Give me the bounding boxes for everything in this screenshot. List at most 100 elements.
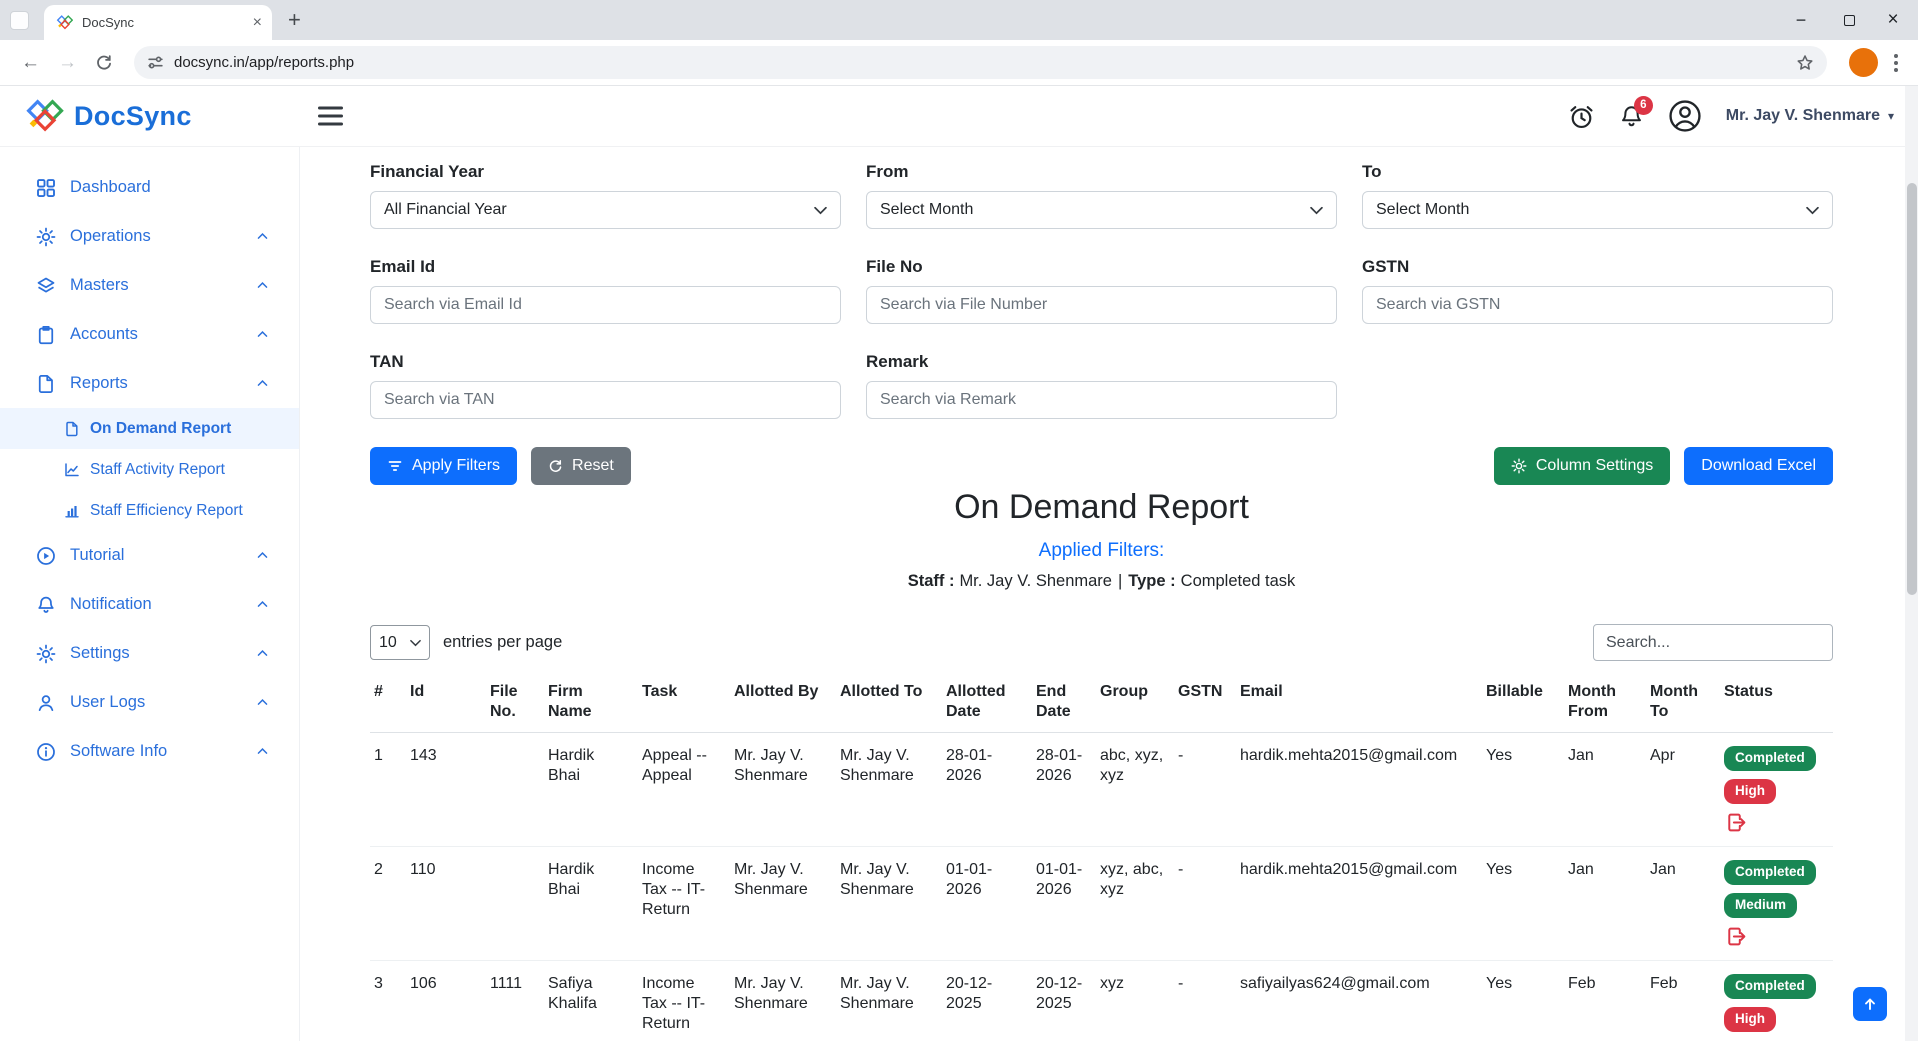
browser-tab-strip: DocSync × + − ×	[0, 0, 1918, 40]
column-header[interactable]: Month From	[1564, 674, 1646, 733]
notification-count-badge: 6	[1634, 96, 1653, 115]
chevron-up-icon	[256, 230, 269, 243]
column-header[interactable]: #	[370, 674, 406, 733]
sidebar-item-on-demand-report[interactable]: On Demand Report	[0, 408, 299, 449]
sidebar-item-reports[interactable]: Reports	[0, 359, 299, 408]
sidebar-item-label: Notification	[70, 595, 242, 614]
file-no-input[interactable]	[866, 286, 1337, 324]
column-header[interactable]: Firm Name	[544, 674, 638, 733]
chevron-up-icon	[256, 647, 269, 660]
window-close-button[interactable]: ×	[1876, 0, 1910, 40]
sidebar-item-software-info[interactable]: Software Info	[0, 727, 299, 776]
table-row: 2 110 Hardik Bhai Income Tax -- IT-Retur…	[370, 847, 1833, 961]
column-header[interactable]: Task	[638, 674, 730, 733]
arrow-up-icon	[1862, 996, 1878, 1012]
export-icon[interactable]	[1726, 812, 1747, 833]
browser-profile-avatar[interactable]	[1849, 48, 1878, 77]
entries-per-page-select[interactable]: 10	[370, 625, 430, 660]
sidebar-item-operations[interactable]: Operations	[0, 212, 299, 261]
scroll-to-top-button[interactable]	[1853, 987, 1887, 1021]
column-header[interactable]: GSTN	[1174, 674, 1236, 733]
cell-month-from: Feb	[1564, 960, 1646, 1041]
cell-allotted-by: Mr. Jay V. Shenmare	[730, 847, 836, 961]
tan-input[interactable]	[370, 381, 841, 419]
user-menu[interactable]: Mr. Jay V. Shenmare ▾	[1726, 107, 1894, 125]
column-header[interactable]: Allotted To	[836, 674, 942, 733]
tan-label: TAN	[370, 352, 841, 372]
column-header[interactable]: Id	[406, 674, 486, 733]
user-avatar-icon[interactable]	[1668, 99, 1702, 133]
sidebar-item-staff-efficiency-report[interactable]: Staff Efficiency Report	[0, 490, 299, 531]
new-tab-button[interactable]: +	[288, 7, 301, 33]
sidebar-item-tutorial[interactable]: Tutorial	[0, 531, 299, 580]
gear-icon	[36, 644, 56, 664]
file-icon	[36, 374, 56, 394]
scrollbar-thumb[interactable]	[1907, 183, 1917, 595]
browser-tab[interactable]: DocSync ×	[44, 5, 272, 40]
main-content: Financial Year All Financial Year From S…	[300, 147, 1918, 1041]
sidebar-item-user-logs[interactable]: User Logs	[0, 678, 299, 727]
forward-button[interactable]: →	[58, 52, 77, 74]
column-header[interactable]: Month To	[1646, 674, 1720, 733]
filter-form: Financial Year All Financial Year From S…	[370, 162, 1833, 447]
back-button[interactable]: ←	[21, 52, 40, 74]
reset-button[interactable]: Reset	[531, 447, 631, 485]
sidebar-item-settings[interactable]: Settings	[0, 629, 299, 678]
gstn-input[interactable]	[1362, 286, 1833, 324]
sidebar-item-notification[interactable]: Notification	[0, 580, 299, 629]
chevron-up-icon	[256, 377, 269, 390]
apply-filters-button[interactable]: Apply Filters	[370, 447, 517, 485]
column-header[interactable]: Email	[1236, 674, 1482, 733]
cell-email: hardik.mehta2015@gmail.com	[1236, 733, 1482, 847]
cell-allotted-to: Mr. Jay V. Shenmare	[836, 847, 942, 961]
layers-icon	[36, 276, 56, 296]
column-header[interactable]: File No.	[486, 674, 544, 733]
bar-chart-icon	[64, 503, 80, 519]
chevron-down-icon	[1310, 206, 1323, 215]
to-month-select[interactable]: Select Month	[1362, 191, 1833, 229]
refresh-button[interactable]	[95, 54, 113, 72]
alarm-clock-icon[interactable]	[1568, 103, 1595, 130]
column-header[interactable]: Billable	[1482, 674, 1564, 733]
column-header[interactable]: Allotted By	[730, 674, 836, 733]
window-minimize-button[interactable]: −	[1784, 0, 1818, 40]
bookmark-star-icon[interactable]	[1796, 54, 1814, 72]
chevron-up-icon	[256, 549, 269, 562]
from-month-select[interactable]: Select Month	[866, 191, 1337, 229]
browser-menu-icon[interactable]	[1888, 50, 1904, 76]
cell-allotted-by: Mr. Jay V. Shenmare	[730, 733, 836, 847]
table-search-input[interactable]	[1593, 624, 1833, 661]
financial-year-select[interactable]: All Financial Year	[370, 191, 841, 229]
window-maximize-button[interactable]	[1832, 0, 1866, 40]
column-header[interactable]: End Date	[1032, 674, 1096, 733]
export-icon[interactable]	[1726, 926, 1747, 947]
sidebar-item-masters[interactable]: Masters	[0, 261, 299, 310]
sidebar-item-label: Operations	[70, 227, 242, 246]
download-excel-button[interactable]: Download Excel	[1684, 447, 1833, 485]
cell-id: 106	[406, 960, 486, 1041]
type-value: Completed task	[1181, 572, 1296, 590]
column-header[interactable]: Status	[1720, 674, 1833, 733]
sidebar-item-accounts[interactable]: Accounts	[0, 310, 299, 359]
separator: |	[1118, 572, 1122, 590]
cell-group: xyz	[1096, 960, 1174, 1041]
column-header[interactable]: Group	[1096, 674, 1174, 733]
sidebar-item-staff-activity-report[interactable]: Staff Activity Report	[0, 449, 299, 490]
cell-task: Appeal -- Appeal	[638, 733, 730, 847]
remark-input[interactable]	[866, 381, 1337, 419]
address-bar[interactable]: docsync.in/app/reports.php	[134, 46, 1827, 79]
column-settings-label: Column Settings	[1536, 457, 1653, 475]
notifications-bell-icon[interactable]: 6	[1619, 104, 1644, 129]
hamburger-menu-icon[interactable]	[318, 107, 343, 126]
column-header[interactable]: Allotted Date	[942, 674, 1032, 733]
sidebar-item-label: Reports	[70, 374, 242, 393]
column-settings-button[interactable]: Column Settings	[1494, 447, 1670, 485]
tab-close-icon[interactable]: ×	[253, 15, 262, 31]
tab-strip-left-icon[interactable]	[10, 11, 29, 30]
table-row: 1 143 Hardik Bhai Appeal -- Appeal Mr. J…	[370, 733, 1833, 847]
sidebar-item-dashboard[interactable]: Dashboard	[0, 163, 299, 212]
email-id-input[interactable]	[370, 286, 841, 324]
caret-down-icon: ▾	[1888, 109, 1894, 123]
scrollbar-track	[1905, 86, 1918, 1041]
cell-billable: Yes	[1482, 847, 1564, 961]
